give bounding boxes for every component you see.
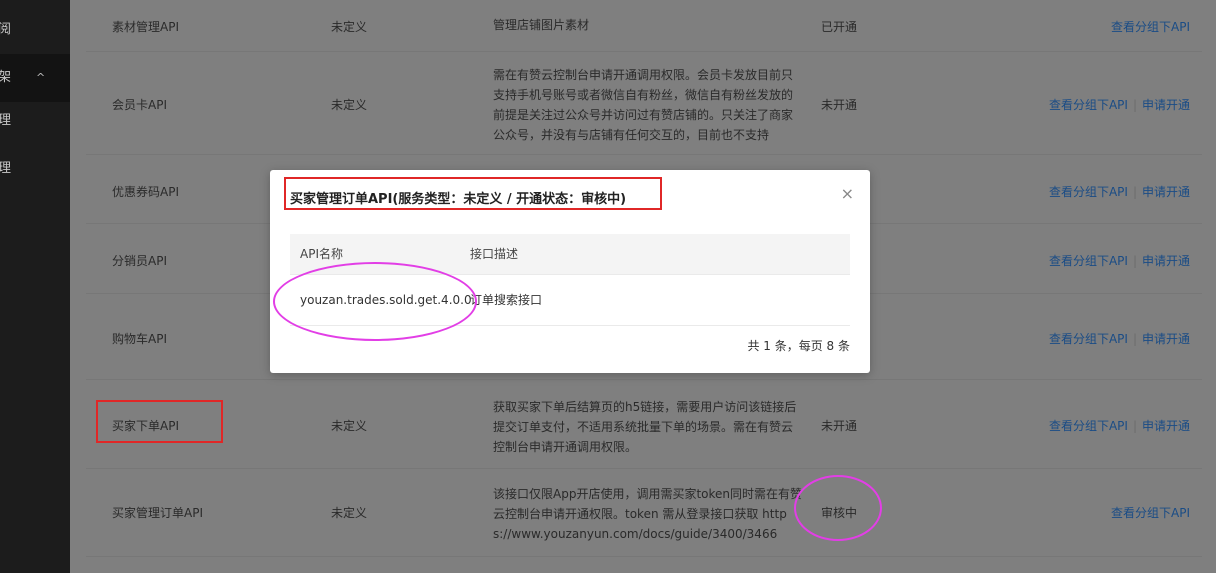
- sidebar-item-label: 理: [0, 113, 12, 128]
- api-group-desc: 管理店铺图片素材: [493, 18, 590, 32]
- view-group-apis-link[interactable]: 查看分组下API: [1049, 98, 1128, 112]
- api-group-desc: 该接口仅限App开店使用，调用需买家token同时需在有赞云控制台申请开通权限。…: [493, 487, 803, 541]
- apply-open-link[interactable]: 申请开通: [1142, 98, 1190, 112]
- sidebar-item-2[interactable]: 理: [0, 97, 70, 145]
- annotation-circle-review-state: [794, 475, 882, 541]
- annotation-circle-api-name: [273, 262, 477, 341]
- apply-open-link[interactable]: 申请开通: [1142, 332, 1190, 346]
- sidebar-item-3[interactable]: 理: [0, 145, 70, 193]
- sidebar-item-label: 架: [0, 70, 12, 85]
- api-group-name: 购物车API: [112, 332, 167, 346]
- api-group-name: 会员卡API: [112, 98, 167, 112]
- api-group-name: 买家管理订单API: [112, 506, 203, 520]
- separator: |: [1132, 254, 1137, 268]
- apply-open-link[interactable]: 申请开通: [1142, 254, 1190, 268]
- open-state: 已开通: [821, 20, 858, 34]
- separator: |: [1132, 419, 1137, 433]
- sidebar-item-label: 阅: [0, 22, 12, 37]
- row-actions: 查看分组下API | 申请开通: [1049, 330, 1190, 347]
- table-row: 买家管理订单API 未定义 该接口仅限App开店使用，调用需买家token同时需…: [86, 469, 1202, 557]
- view-group-apis-link[interactable]: 查看分组下API: [1049, 419, 1128, 433]
- table-row: 买家下单API 未定义 获取买家下单后结算页的h5链接，需要用户访问该链接后提交…: [86, 380, 1202, 469]
- separator: |: [1132, 98, 1137, 112]
- row-actions: 查看分组下API | 申请开通: [1049, 252, 1190, 269]
- row-actions: 查看分组下API | 申请开通: [1049, 417, 1190, 434]
- view-group-apis-link[interactable]: 查看分组下API: [1111, 20, 1190, 34]
- api-group-desc: 需在有赞云控制台申请开通调用权限。会员卡发放目前只支持手机号账号或者微信自有粉丝…: [493, 68, 794, 142]
- service-type: 未定义: [331, 506, 368, 520]
- view-group-apis-link[interactable]: 查看分组下API: [1049, 332, 1128, 346]
- apply-open-link[interactable]: 申请开通: [1142, 419, 1190, 433]
- row-actions: 查看分组下API | 申请开通: [1049, 96, 1190, 113]
- service-type: 未定义: [331, 20, 368, 34]
- open-state: 未开通: [821, 419, 858, 433]
- pagination-summary: 共 1 条，每页 8 条: [747, 339, 850, 353]
- column-header-api-desc: 接口描述: [470, 247, 519, 261]
- open-state: 未开通: [821, 98, 858, 112]
- apply-open-link[interactable]: 申请开通: [1142, 185, 1190, 199]
- annotation-red-box-modal-title: [284, 177, 662, 210]
- sidebar-item-1[interactable]: 架 ^: [0, 54, 70, 102]
- row-actions: 查看分组下API: [1111, 18, 1190, 35]
- api-group-name: 优惠券码API: [112, 185, 179, 199]
- service-type: 未定义: [331, 98, 368, 112]
- view-group-apis-link[interactable]: 查看分组下API: [1049, 254, 1128, 268]
- separator: |: [1132, 332, 1137, 346]
- table-row: 会员卡API 未定义 需在有赞云控制台申请开通调用权限。会员卡发放目前只支持手机…: [86, 52, 1202, 155]
- sidebar-item-label: 理: [0, 161, 12, 176]
- api-group-desc: 获取买家下单后结算页的h5链接，需要用户访问该链接后提交订单支付，不适用系统批量…: [493, 400, 797, 454]
- close-icon[interactable]: ×: [841, 184, 854, 203]
- row-actions: 查看分组下API: [1111, 504, 1190, 521]
- service-type: 未定义: [331, 419, 368, 433]
- api-group-name: 分销员API: [112, 254, 167, 268]
- separator: |: [1132, 185, 1137, 199]
- annotation-red-box-buyer-order: [96, 400, 223, 443]
- view-group-apis-link[interactable]: 查看分组下API: [1049, 185, 1128, 199]
- chevron-up-icon: ^: [36, 71, 46, 84]
- view-group-apis-link[interactable]: 查看分组下API: [1111, 506, 1190, 520]
- api-group-name: 素材管理API: [112, 20, 179, 34]
- sidebar-item-0[interactable]: 阅: [0, 6, 70, 54]
- sidebar: 阅 架 ^ 理 理: [0, 0, 70, 573]
- table-row: 素材管理API 未定义 管理店铺图片素材 已开通 查看分组下API: [86, 0, 1202, 52]
- row-actions: 查看分组下API | 申请开通: [1049, 183, 1190, 200]
- api-desc-cell: 订单搜索接口: [470, 293, 543, 307]
